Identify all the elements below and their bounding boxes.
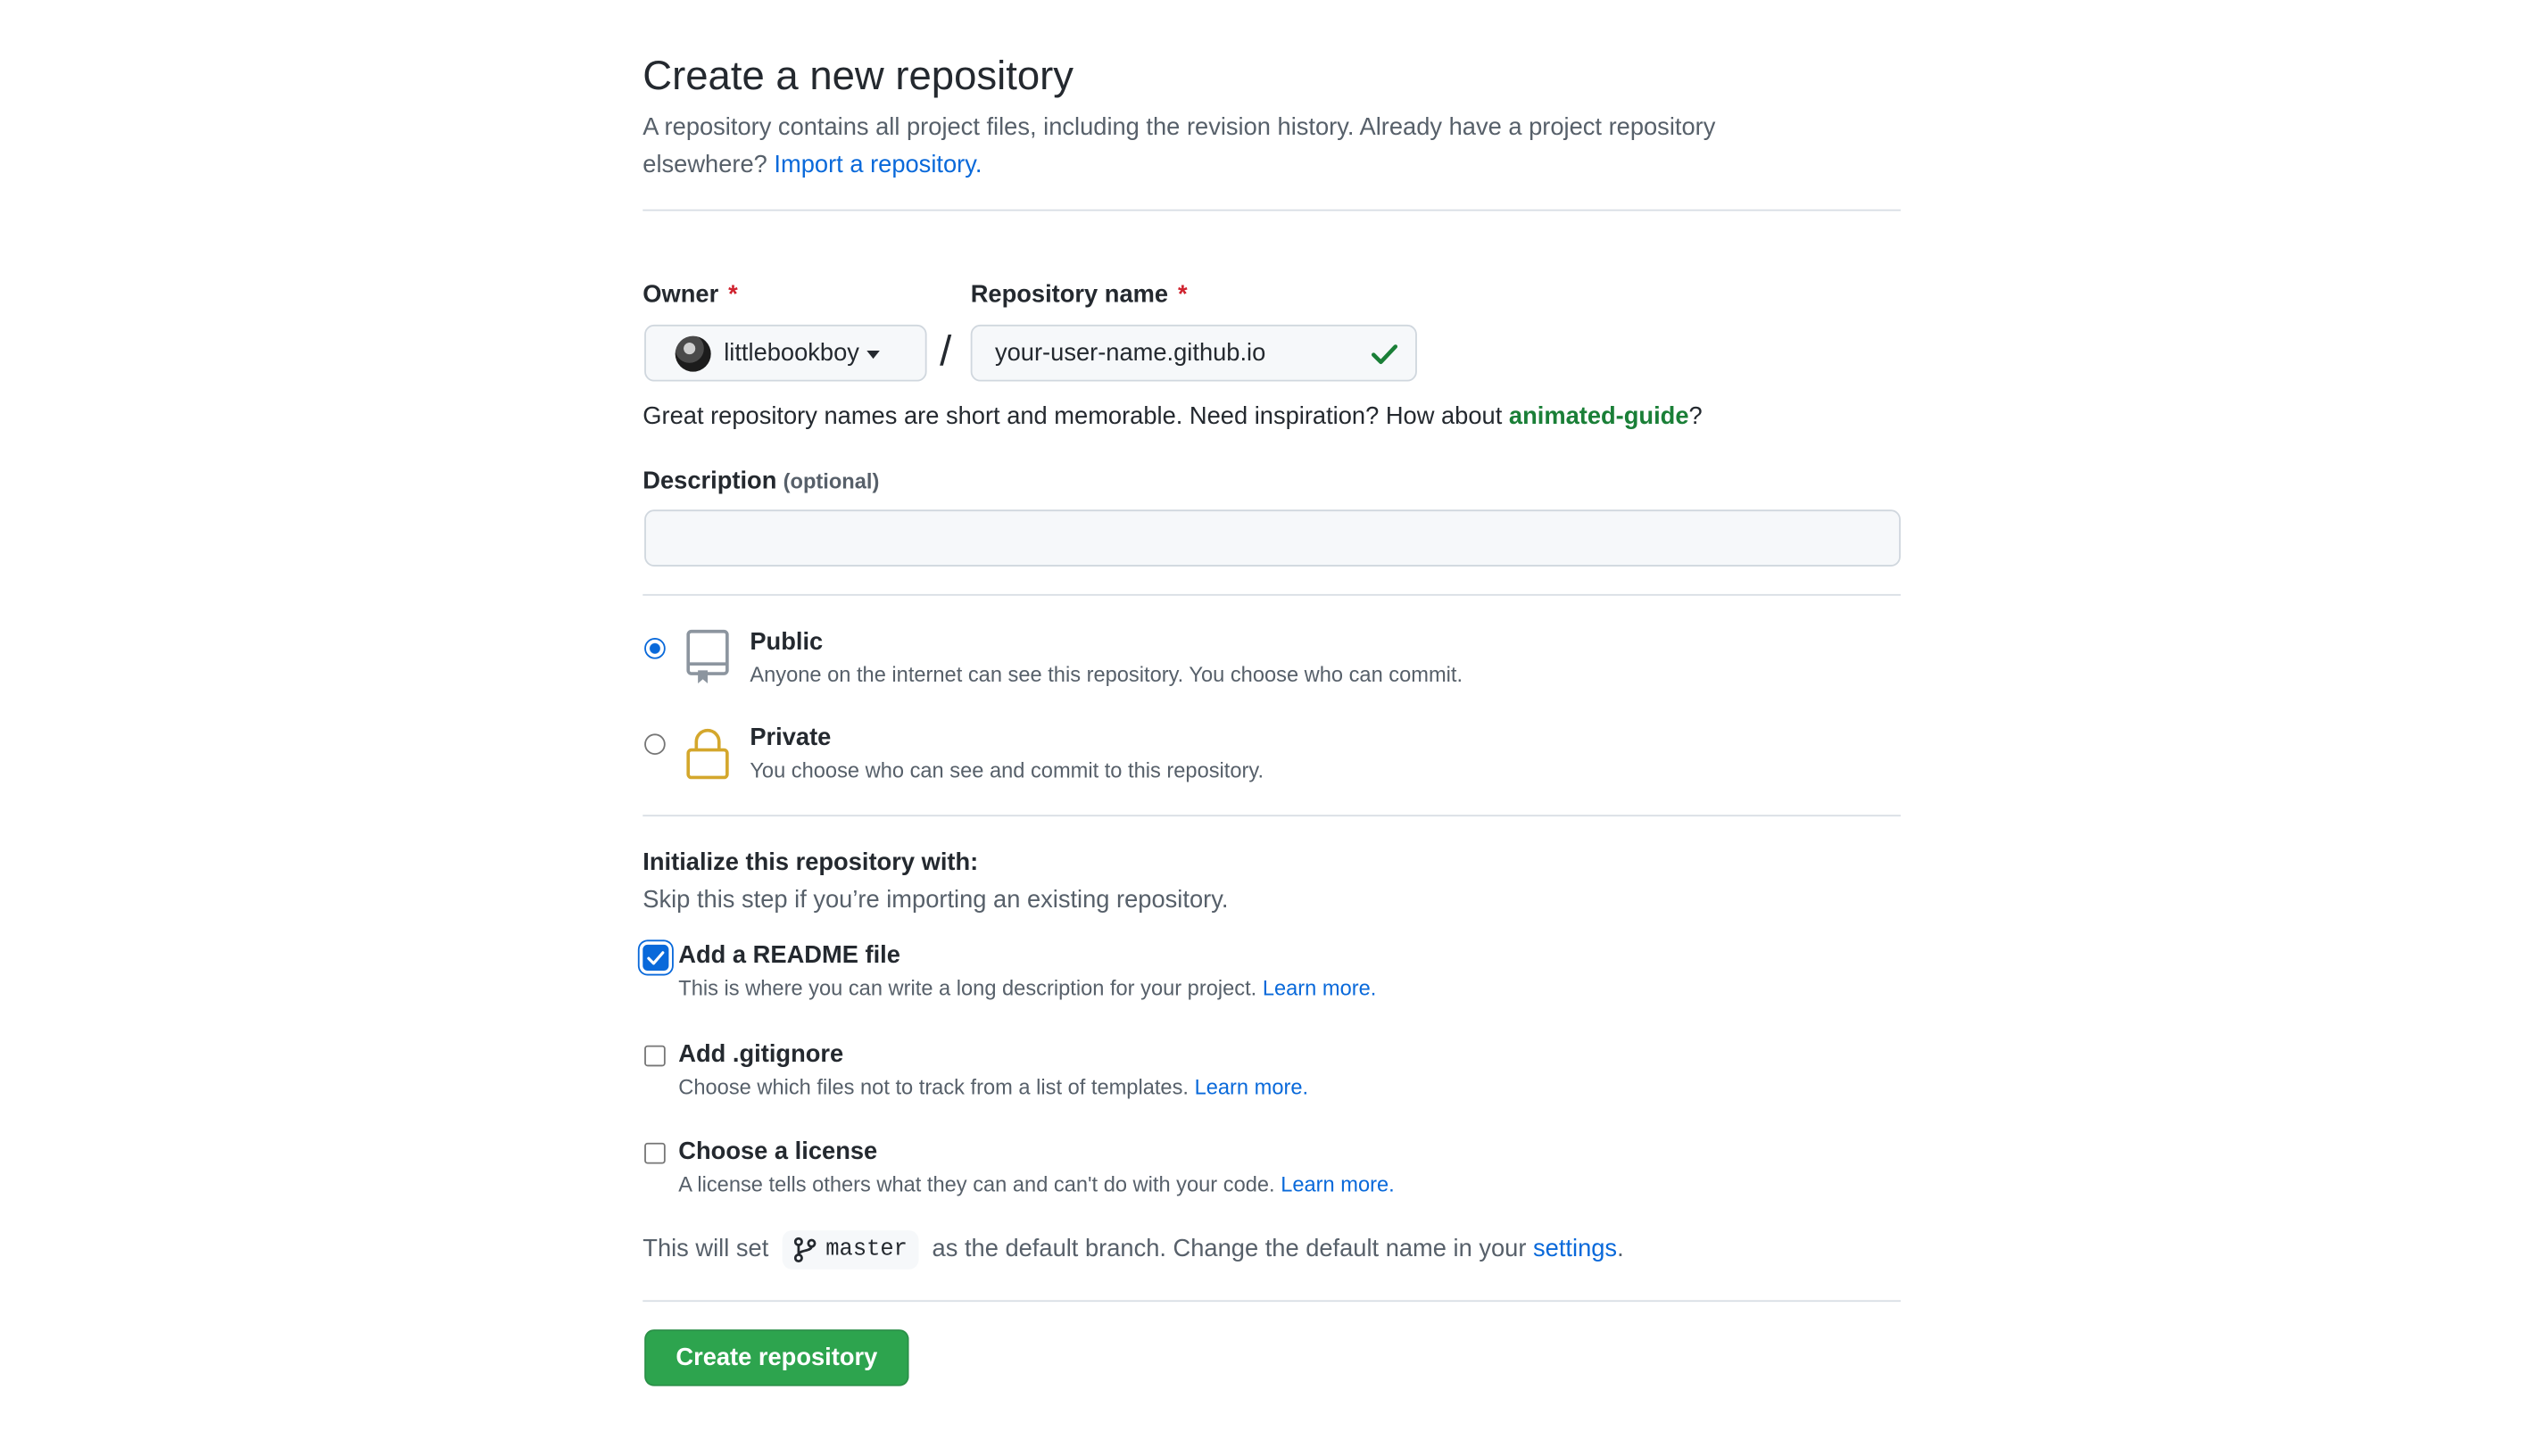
git-branch-icon [793, 1237, 816, 1263]
default-branch-note: This will set master as the default bran… [642, 1230, 1624, 1270]
repo-name-required-mark: * [1177, 280, 1188, 309]
license-subtitle: A license tells others what they can and… [678, 1171, 1394, 1200]
import-repository-link[interactable]: Import a repository. [774, 151, 982, 178]
private-title: Private [750, 724, 832, 752]
name-suggestion-link[interactable]: animated-guide [1509, 402, 1689, 430]
default-branch-prefix: This will set [642, 1235, 769, 1263]
footer-divider [642, 1300, 1901, 1303]
private-radio[interactable] [644, 733, 666, 756]
readme-checkbox[interactable] [642, 944, 669, 972]
readme-learn-more-link[interactable]: Learn more. [1263, 975, 1376, 999]
description-label-text: Description [642, 467, 777, 495]
checkbox-check-icon [647, 951, 665, 965]
gitignore-subtitle: Choose which files not to track from a l… [678, 1073, 1308, 1103]
description-optional: (optional) [783, 468, 880, 494]
description-label: Description (optional) [642, 466, 879, 498]
gitignore-checkbox[interactable] [644, 1045, 666, 1067]
public-subtitle: Anyone on the internet can see this repo… [750, 662, 1463, 687]
repo-name-label: Repository name * [971, 279, 1188, 311]
owner-label: Owner * [642, 279, 737, 311]
name-hint: Great repository names are short and mem… [642, 401, 1702, 433]
check-icon [1371, 344, 1398, 365]
owner-dropdown[interactable]: littlebookboy [644, 324, 927, 382]
new-repository-page: Create a new repository A repository con… [0, 0, 2545, 1456]
branch-name: master [825, 1237, 908, 1263]
settings-link[interactable]: settings [1533, 1236, 1617, 1263]
owner-label-text: Owner [642, 280, 719, 309]
repository-name-value: your-user-name.github.io [994, 339, 1266, 368]
private-subtitle: You choose who can see and commit to thi… [750, 757, 1264, 782]
license-learn-more-link[interactable]: Learn more. [1281, 1172, 1394, 1196]
header-divider [642, 209, 1901, 211]
visibility-divider-bottom [642, 815, 1901, 817]
repository-name-input[interactable]: your-user-name.github.io [970, 324, 1417, 382]
gitignore-title: Add .gitignore [678, 1040, 844, 1069]
public-radio[interactable] [644, 638, 666, 659]
branch-pill: master [782, 1230, 919, 1270]
owner-repo-separator: / [940, 326, 952, 376]
license-checkbox[interactable] [644, 1142, 666, 1164]
owner-required-mark: * [728, 280, 738, 309]
repo-name-label-text: Repository name [970, 280, 1169, 309]
visibility-divider-top [642, 593, 1901, 596]
page-lead: A repository contains all project files,… [642, 109, 1828, 184]
license-subtitle-text: A license tells others what they can and… [678, 1171, 1275, 1196]
public-title: Public [750, 628, 824, 657]
gitignore-learn-more-link[interactable]: Learn more. [1195, 1074, 1308, 1098]
default-branch-middle: as the default branch. Change the defaul… [932, 1235, 1527, 1263]
name-hint-text: Great repository names are short and mem… [642, 402, 1503, 431]
initialize-subheading: Skip this step if you’re importing an ex… [642, 886, 1229, 914]
page-title: Create a new repository [642, 54, 1074, 99]
default-branch-suffix: . [1617, 1235, 1624, 1263]
repo-icon [686, 629, 729, 683]
lock-icon [686, 728, 729, 780]
gitignore-subtitle-text: Choose which files not to track from a l… [678, 1074, 1190, 1099]
owner-name: littlebookboy [724, 339, 859, 368]
description-input[interactable] [644, 509, 1901, 567]
create-repository-button[interactable]: Create repository [644, 1329, 909, 1386]
license-title: Choose a license [678, 1138, 878, 1166]
chevron-down-icon [867, 350, 881, 360]
name-hint-suffix: ? [1688, 402, 1703, 431]
avatar [675, 335, 711, 371]
readme-subtitle: This is where you can write a long descr… [678, 974, 1376, 1004]
initialize-heading: Initialize this repository with: [642, 848, 979, 877]
readme-subtitle-text: This is where you can write a long descr… [678, 975, 1257, 1000]
readme-title: Add a README file [678, 941, 900, 970]
